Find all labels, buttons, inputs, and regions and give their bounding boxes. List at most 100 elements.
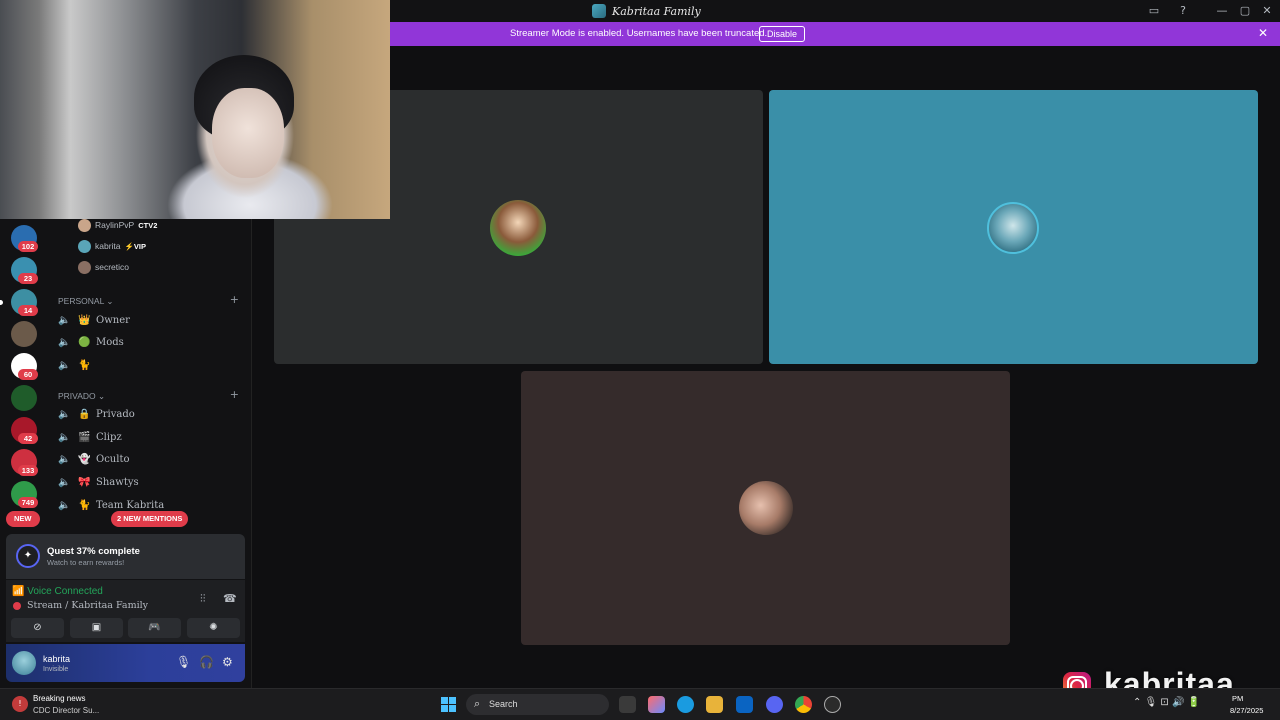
search-input[interactable]: ⌕ Search xyxy=(466,694,609,715)
search-icon: ⌕ xyxy=(474,697,481,710)
file-explorer-icon[interactable] xyxy=(706,696,723,713)
server-icon[interactable] xyxy=(11,321,37,347)
channel-emoji: 🔒 xyxy=(78,408,91,420)
settings-gear-icon[interactable]: ⚙ xyxy=(222,655,233,669)
speaker-icon: 🔈 xyxy=(58,476,71,488)
speaker-icon: 🔈 xyxy=(58,359,71,371)
speaker-icon: 🔈 xyxy=(58,499,71,511)
window-title-group: Kabritaa Family xyxy=(592,3,701,19)
windows-start-icon[interactable] xyxy=(441,697,456,712)
soundboard-button[interactable]: ✺ xyxy=(187,618,240,638)
category-personal[interactable]: PERSONAL ⌄ xyxy=(58,296,113,307)
participant-avatar xyxy=(490,200,546,256)
obs-icon[interactable] xyxy=(824,696,841,713)
news-icon[interactable]: ! xyxy=(12,696,28,712)
voice-channel[interactable]: 🔈 🐈 xyxy=(58,356,96,374)
channel-emoji: 🎀 xyxy=(78,476,91,488)
microphone-icon[interactable]: 🎙 xyxy=(176,655,191,669)
voice-user[interactable]: secretico xyxy=(78,260,133,274)
voice-user[interactable]: kabrita ⚡VIP xyxy=(78,239,146,253)
voice-user[interactable]: RaylinPvP CTV2 xyxy=(78,218,157,232)
system-tray[interactable]: ⌃ 🎙 ⊡ 🔊 🔋 xyxy=(1133,697,1200,708)
quest-subtitle: Watch to earn rewards! xyxy=(47,558,125,567)
channel-emoji: 🟢 xyxy=(78,336,91,348)
app-icon xyxy=(592,4,606,18)
new-mentions-pill[interactable]: 2 NEW MENTIONS xyxy=(111,511,189,527)
clock-date: 8/27/2025 xyxy=(1230,706,1264,715)
channel-emoji: 🐈 xyxy=(78,499,91,511)
task-view-icon[interactable] xyxy=(619,696,636,713)
channel-emoji: 🐈 xyxy=(78,359,91,371)
speaker-icon: 🔈 xyxy=(58,336,71,348)
voice-channel[interactable]: 🔈 🔒 Privado xyxy=(58,405,135,423)
clock-time: PM xyxy=(1232,694,1244,703)
activity-button[interactable]: 🎮 xyxy=(128,618,181,638)
channel-name: Shawtys xyxy=(96,476,139,488)
channel-name: Team Kabrita xyxy=(96,499,165,511)
quest-title: Quest 37% complete xyxy=(47,546,140,557)
voice-channel[interactable]: 🔈 👻 Oculto xyxy=(58,450,129,468)
server-icon[interactable] xyxy=(11,385,37,411)
voice-panel: 📶 Voice Connected Stream / Kabritaa Fami… xyxy=(6,580,245,642)
quest-icon: ✦ xyxy=(16,544,40,568)
participant-avatar xyxy=(987,202,1039,254)
chrome-icon[interactable] xyxy=(795,696,812,713)
unread-badge: 23 xyxy=(18,273,38,284)
headphones-icon[interactable]: 🎧 xyxy=(199,655,214,669)
unread-badge: 42 xyxy=(18,433,38,444)
channel-name: Mods xyxy=(96,336,124,348)
active-server-indicator xyxy=(0,300,3,305)
edge-icon[interactable] xyxy=(677,696,694,713)
voice-user-name: RaylinPvP xyxy=(95,220,135,230)
user-status: Invisible xyxy=(43,666,69,673)
channel-emoji: 👻 xyxy=(78,453,91,465)
video-tile-3[interactable] xyxy=(521,371,1010,645)
user-tag: CTV2 xyxy=(138,220,158,230)
quest-panel[interactable]: ✦ Quest 37% complete Watch to earn rewar… xyxy=(6,534,245,579)
disable-button[interactable]: Disable xyxy=(759,26,806,42)
add-channel-icon[interactable]: + xyxy=(230,388,239,401)
speaker-icon: 🔈 xyxy=(58,314,71,326)
inbox-icon[interactable]: ▭ xyxy=(1146,3,1162,19)
live-dot-icon xyxy=(13,601,21,610)
screen-share-button[interactable]: ▣ xyxy=(70,618,123,638)
disconnect-icon[interactable]: ☎ xyxy=(223,592,237,605)
voice-channel[interactable]: 🔈 🎬 Clipz xyxy=(58,428,122,446)
unread-badge: 749 xyxy=(18,497,38,508)
maximize-icon[interactable]: ▢ xyxy=(1237,3,1253,19)
voice-channel[interactable]: 🔈 👑 Owner xyxy=(58,311,130,329)
add-channel-icon[interactable]: + xyxy=(230,293,239,306)
voice-channel[interactable]: 🔈 🟢 Mods xyxy=(58,333,124,351)
unread-badge: 102 xyxy=(18,241,38,252)
voice-user-name: secretico xyxy=(95,262,130,272)
user-panel: kabrita Invisible 🎙 🎧 ⚙ xyxy=(6,644,245,682)
help-icon[interactable]: ? xyxy=(1175,3,1191,19)
category-privado[interactable]: PRIVADO ⌄ xyxy=(58,391,105,402)
channel-emoji: 👑 xyxy=(78,314,91,326)
outlook-icon[interactable] xyxy=(736,696,753,713)
video-tile-2[interactable] xyxy=(769,90,1258,364)
banner-close-icon[interactable]: ✕ xyxy=(1258,26,1268,40)
discord-icon[interactable] xyxy=(766,696,783,713)
voice-status[interactable]: 📶 Voice Connected xyxy=(12,586,103,597)
voice-channel[interactable]: 🔈 🎀 Shawtys xyxy=(58,473,139,491)
webcam-overlay xyxy=(0,0,390,219)
noise-suppression-icon[interactable]: ⫶⫶ xyxy=(200,592,206,606)
speaker-icon: 🔈 xyxy=(58,453,71,465)
new-unreads-pill[interactable]: NEW xyxy=(6,511,40,527)
voice-channel-label[interactable]: Stream / Kabritaa Family xyxy=(13,600,148,611)
close-icon[interactable]: ✕ xyxy=(1259,3,1275,19)
avatar[interactable] xyxy=(12,651,36,675)
user-name[interactable]: kabrita xyxy=(43,654,70,664)
avatar xyxy=(78,218,91,232)
copilot-icon[interactable] xyxy=(648,696,665,713)
news-subtitle[interactable]: CDC Director Su... xyxy=(33,706,99,715)
banner-text: Streamer Mode is enabled. Usernames have… xyxy=(510,28,768,39)
channel-emoji: 🎬 xyxy=(78,431,91,443)
news-title[interactable]: Breaking news xyxy=(33,694,85,703)
user-tag: ⚡VIP xyxy=(124,241,146,251)
camera-off-button[interactable]: ⊘ xyxy=(11,618,64,638)
minimize-icon[interactable]: — xyxy=(1214,3,1230,19)
taskbar: ! Breaking news CDC Director Su... ⌕ Sea… xyxy=(0,688,1280,720)
avatar xyxy=(78,260,91,274)
